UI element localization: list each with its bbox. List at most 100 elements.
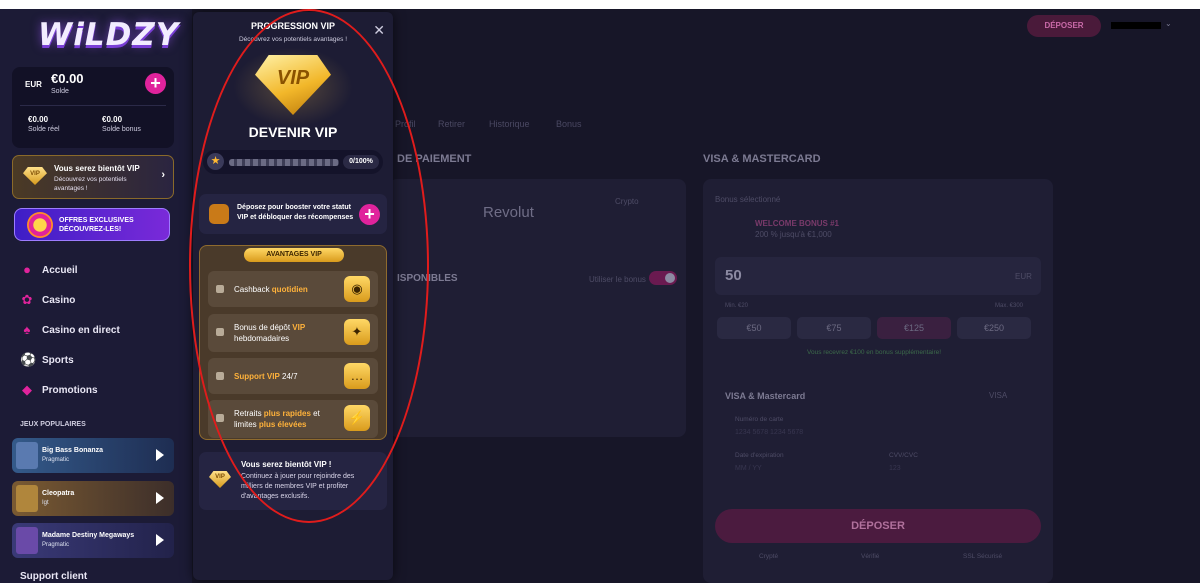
bonus-ticket-icon: ✦ <box>344 319 370 345</box>
payment-methods-heading: DE PAIEMENT <box>397 153 472 165</box>
close-icon[interactable]: ✕ <box>373 22 385 39</box>
advantage-faster-withdrawals: Retraits plus rapides et limites plus él… <box>208 400 378 438</box>
game-thumbnail <box>16 442 38 469</box>
header-deposit-button[interactable]: DÉPOSER <box>1027 15 1101 37</box>
deposit-boost-text: Déposez pour booster votre statut VIP et… <box>237 204 354 221</box>
tab-bonus[interactable]: Bonus <box>556 119 582 129</box>
app-root: WiLDZY EUR €0.00 Solde + €0.00 Solde rée… <box>0 9 1200 583</box>
wallet-currency[interactable]: EUR <box>25 80 42 89</box>
sidebar-item-promotions[interactable]: ◆ Promotions <box>20 382 98 398</box>
play-icon[interactable] <box>156 449 164 461</box>
vip-advantages: AVANTAGES VIP Cashback quotidien ◉ Bonus… <box>199 245 387 440</box>
payment-methods-panel <box>389 179 686 437</box>
vip-soon-title: Vous serez bientôt VIP ! <box>241 460 332 469</box>
advantage-text: Bonus de dépôt VIP hebdomadaires <box>234 323 306 343</box>
advantage-cashback: Cashback quotidien ◉ <box>208 271 378 307</box>
visa-logo: VISA <box>989 391 1008 400</box>
selected-bonus-label: Bonus sélectionné <box>715 195 781 204</box>
amount-currency: EUR <box>1015 272 1032 281</box>
use-bonus-toggle[interactable] <box>649 271 677 285</box>
cards-icon: ♠ <box>23 322 31 337</box>
deposit-boost-button[interactable]: + <box>359 204 380 225</box>
game-thumbnail <box>16 485 38 512</box>
sidebar-item-label: Promotions <box>42 384 98 396</box>
vip-gem-icon: VIP <box>23 167 47 185</box>
lock-icon <box>216 328 224 336</box>
cvv-input[interactable]: 123 <box>889 465 901 472</box>
secure-encrypted: Crypté <box>759 553 779 560</box>
wallet-divider <box>20 105 166 106</box>
exclusive-offers-banner[interactable]: OFFRES EXCLUSIVES DÉCOUVREZ-LES! <box>14 208 170 241</box>
visa-mastercard-heading: VISA & MASTERCARD <box>703 153 821 165</box>
expiry-label: Date d'expiration <box>735 452 784 459</box>
user-menu[interactable] <box>1111 22 1161 29</box>
wallet-add-button[interactable]: + <box>145 73 166 94</box>
popular-games-title: JEUX POPULAIRES <box>20 421 86 428</box>
game-thumbnail <box>16 527 38 554</box>
card-number-label: Numéro de carte <box>735 416 784 423</box>
amount-chip-50[interactable]: €50 <box>717 317 791 339</box>
game-provider: Pragmatic <box>42 542 70 548</box>
wallet-icon <box>209 204 229 224</box>
deposit-submit-button[interactable]: DÉPOSER <box>715 509 1041 543</box>
use-bonus-label: Utiliser le bonus <box>589 275 646 284</box>
wallet-card: EUR €0.00 Solde + €0.00 Solde réel €0.00… <box>12 67 174 148</box>
play-icon[interactable] <box>156 534 164 546</box>
offers-line-2: DÉCOUVREZ-LES! <box>59 226 122 233</box>
game-name: Cleopatra <box>42 490 75 497</box>
game-card-cleopatra[interactable]: Cleopatra Igt <box>12 481 174 516</box>
vip-progress-label: 0/100% <box>343 155 379 169</box>
sidebar-item-casino[interactable]: ✿ Casino <box>20 292 76 308</box>
vip-gem-icon: VIP <box>209 471 231 488</box>
deposit-boost-card: Déposez pour booster votre statut VIP et… <box>199 194 387 234</box>
revolut-option[interactable]: Revolut <box>483 204 534 221</box>
game-card-big-bass-bonanza[interactable]: Big Bass Bonanza Pragmatic <box>12 438 174 473</box>
game-name: Madame Destiny Megaways <box>42 532 135 539</box>
offers-line-1: OFFRES EXCLUSIVES <box>59 217 134 224</box>
soccer-ball-icon: ⚽ <box>20 352 37 367</box>
expiry-input[interactable]: MM / YY <box>735 465 762 472</box>
deposit-page: DÉPOSER ⌄ Profil Retirer Historique Bonu… <box>389 9 1200 583</box>
lock-icon <box>216 372 224 380</box>
home-icon: ● <box>23 262 31 277</box>
become-vip-heading: DEVENIR VIP <box>248 124 338 140</box>
min-amount: Min. €20 <box>725 303 749 309</box>
amount-chip-75[interactable]: €75 <box>797 317 871 339</box>
sidebar-item-sports[interactable]: ⚽ Sports <box>20 352 74 368</box>
welcome-bonus-title[interactable]: WELCOME BONUS #1 <box>755 219 839 228</box>
card-number-input[interactable]: 1234 5678 1234 5678 <box>735 429 803 436</box>
bonus-balance-label: Solde bonus <box>102 126 141 133</box>
game-card-madame-destiny[interactable]: Madame Destiny Megaways Pragmatic <box>12 523 174 558</box>
real-balance-label: Solde réel <box>28 126 60 133</box>
vip-promo-card[interactable]: VIP Vous serez bientôt VIP Découvrez vos… <box>12 155 174 199</box>
advantage-vip-support: Support VIP 24/7 … <box>208 358 378 394</box>
sidebar-item-accueil[interactable]: ● Accueil <box>20 262 78 278</box>
offers-ring-icon <box>27 212 53 238</box>
tab-historique[interactable]: Historique <box>489 119 530 129</box>
chat-bubble-icon: … <box>344 363 370 389</box>
sidebar-item-label: Casino <box>42 294 76 306</box>
sidebar-item-casino-live[interactable]: ♠ Casino en direct <box>20 322 120 338</box>
amount-chip-250[interactable]: €250 <box>957 317 1031 339</box>
play-icon[interactable] <box>156 492 164 504</box>
crypto-option[interactable]: Crypto <box>615 197 639 206</box>
tab-retirer[interactable]: Retirer <box>438 119 465 129</box>
amount-input[interactable] <box>715 257 1041 295</box>
vip-progress: ★ 0/100% <box>203 150 383 174</box>
chevron-down-icon[interactable]: ⌄ <box>1165 19 1172 28</box>
sidebar-item-label: Sports <box>42 354 74 366</box>
game-name: Big Bass Bonanza <box>42 447 104 454</box>
vip-card-title: Vous serez bientôt VIP <box>54 164 140 173</box>
bonus-balance-value: €0.00 <box>102 115 123 124</box>
sidebar-item-support[interactable]: Support client <box>20 571 87 582</box>
wallet-balance-label: Solde <box>51 88 69 95</box>
amount-chip-125[interactable]: €125 <box>877 317 951 339</box>
vip-modal-title: PROGRESSION VIP <box>250 21 336 31</box>
vip-soon-card: VIP Vous serez bientôt VIP ! Continuez à… <box>199 452 387 510</box>
wallet-balance: €0.00 <box>51 71 84 86</box>
wildzy-logo[interactable]: WiLDZY <box>38 17 179 53</box>
vip-diamond-label: VIP <box>276 67 310 89</box>
lock-icon <box>216 414 224 422</box>
tab-profil[interactable]: Profil <box>395 119 416 129</box>
game-provider: Igt <box>42 500 49 506</box>
